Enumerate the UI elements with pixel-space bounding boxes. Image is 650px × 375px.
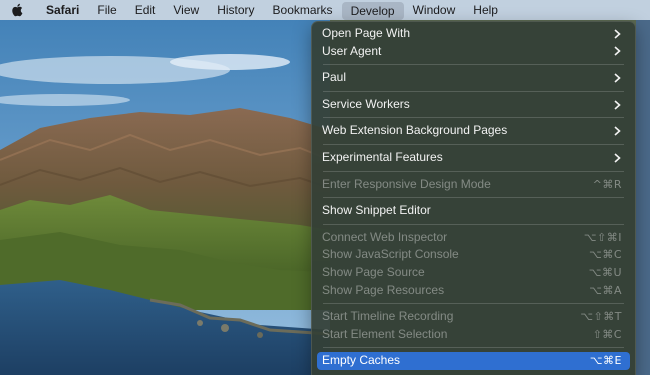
menu-item-experimental-features[interactable]: Experimental Features (317, 149, 630, 167)
chevron-right-icon (614, 153, 622, 163)
menu-item-label: Connect Web Inspector (322, 229, 448, 244)
menu-item-label: Show JavaScript Console (322, 247, 459, 262)
menu-item-label: Start Timeline Recording (322, 309, 454, 324)
menu-item-web-extension-background-pages[interactable]: Web Extension Background Pages (317, 122, 630, 140)
keyboard-shortcut: ⌥⌘E (589, 354, 622, 368)
menu-view[interactable]: View (164, 0, 208, 20)
menu-separator (323, 197, 624, 199)
menu-item-label: Open Page With (322, 26, 411, 40)
keyboard-shortcut: ⌥⌘C (589, 248, 622, 262)
menu-separator (323, 303, 624, 305)
apple-menu-button[interactable] (0, 0, 34, 20)
develop-menu-dropdown: Open Page With User Agent Paul Service W… (311, 21, 636, 375)
menu-separator (323, 347, 624, 349)
menu-separator (323, 223, 624, 225)
menu-item-show-snippet-editor[interactable]: Show Snippet Editor (317, 202, 630, 220)
menu-item-label: Show Page Source (322, 264, 425, 279)
menu-separator (323, 170, 624, 172)
menu-bookmarks[interactable]: Bookmarks (264, 0, 342, 20)
menu-separator (323, 143, 624, 145)
menu-item-label: Empty Caches (322, 353, 401, 368)
chevron-right-icon (614, 126, 622, 136)
menu-item-label: Enter Responsive Design Mode (322, 176, 491, 191)
menu-item-paul[interactable]: Paul (317, 69, 630, 87)
menu-safari[interactable]: Safari (34, 0, 88, 20)
menu-file[interactable]: File (88, 0, 125, 20)
menu-item-start-timeline-recording: Start Timeline Recording ⌥⇧⌘T (317, 308, 630, 326)
menu-separator (323, 64, 624, 66)
menu-item-label: User Agent (322, 43, 382, 58)
menu-item-label: Show Snippet Editor (322, 203, 431, 218)
menu-history[interactable]: History (208, 0, 263, 20)
chevron-right-icon (614, 99, 622, 110)
keyboard-shortcut: ⌥⇧⌘I (583, 230, 622, 244)
chevron-right-icon (614, 29, 622, 39)
chevron-right-icon (614, 73, 622, 83)
menu-item-service-workers[interactable]: Service Workers (317, 96, 630, 114)
apple-logo-icon (12, 3, 23, 17)
chevron-right-icon (614, 46, 622, 56)
menu-develop[interactable]: Develop (341, 1, 404, 20)
menu-item-show-page-source: Show Page Source ⌥⌘U (317, 264, 630, 282)
menu-help[interactable]: Help (464, 0, 507, 20)
menu-item-open-page-with[interactable]: Open Page With (317, 25, 630, 43)
menu-separator (323, 90, 624, 92)
menu-item-empty-caches[interactable]: Empty Caches ⌥⌘E (317, 352, 630, 370)
menu-item-label: Show Page Resources (322, 282, 445, 297)
menu-edit[interactable]: Edit (126, 0, 165, 20)
menu-item-show-javascript-console: Show JavaScript Console ⌥⌘C (317, 246, 630, 264)
menu-item-label: Start Element Selection (322, 326, 448, 341)
menu-item-start-element-selection: Start Element Selection ⇧⌘C (317, 326, 630, 344)
menu-item-label: Experimental Features (322, 149, 443, 164)
menu-item-label: Web Extension Background Pages (322, 123, 508, 138)
menu-window[interactable]: Window (404, 0, 465, 20)
keyboard-shortcut: ⌥⌘A (589, 283, 622, 297)
keyboard-shortcut: ⌥⌘U (588, 265, 622, 279)
menu-item-connect-web-inspector: Connect Web Inspector ⌥⇧⌘I (317, 229, 630, 247)
keyboard-shortcut: ^⌘R (592, 177, 622, 191)
keyboard-shortcut: ⇧⌘C (592, 327, 622, 341)
menu-item-label: Service Workers (322, 96, 410, 111)
menu-item-show-page-resources: Show Page Resources ⌥⌘A (317, 282, 630, 300)
menu-item-label: Paul (322, 70, 347, 85)
menu-item-user-agent[interactable]: User Agent (317, 43, 630, 61)
menu-item-enter-responsive-design-mode: Enter Responsive Design Mode ^⌘R (317, 176, 630, 194)
menu-bar: Safari File Edit View History Bookmarks … (0, 0, 650, 20)
menu-separator (323, 117, 624, 119)
keyboard-shortcut: ⌥⇧⌘T (580, 310, 622, 324)
